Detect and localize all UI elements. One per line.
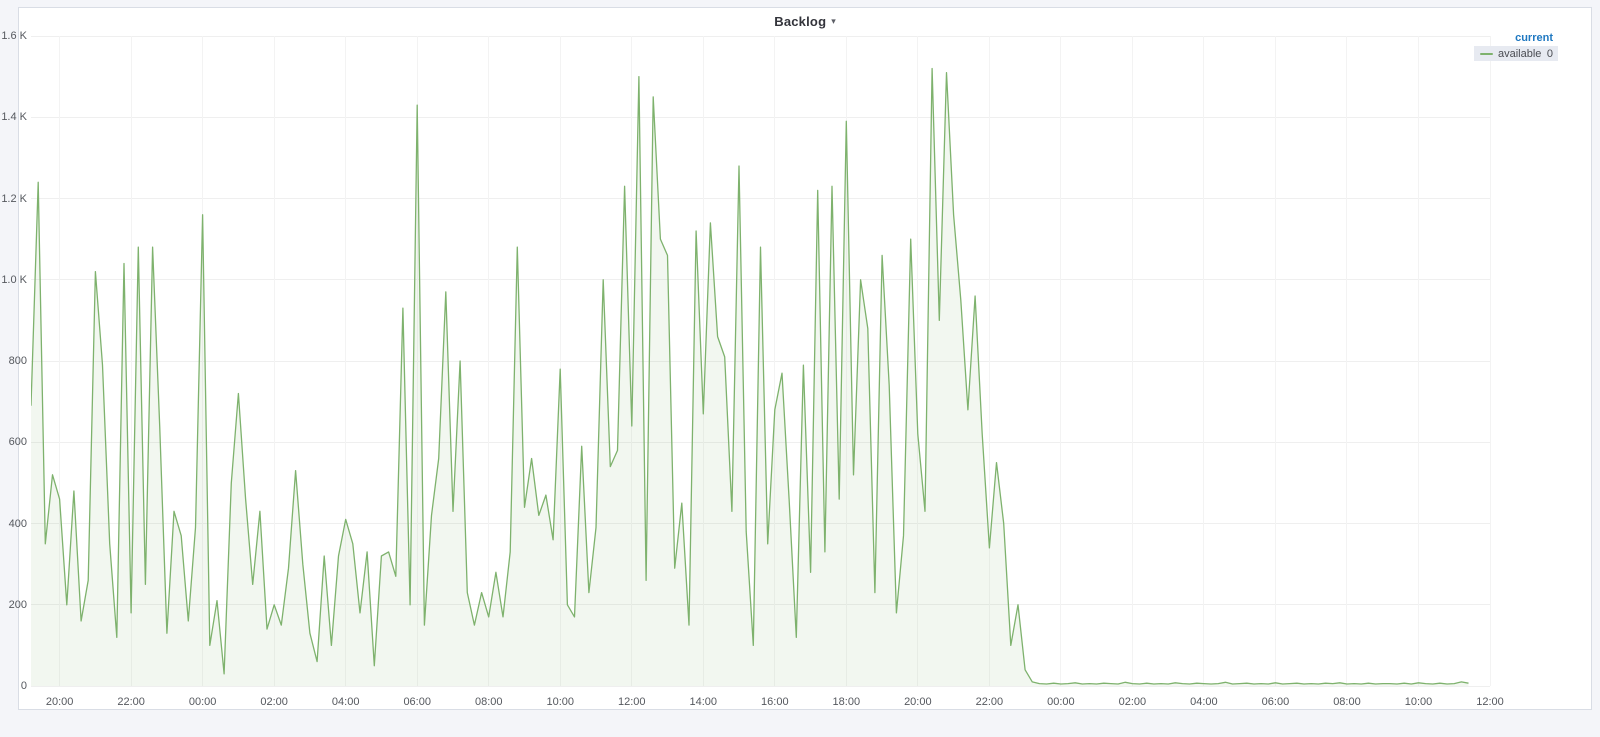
y-axis-label: 1.2 K xyxy=(1,192,27,205)
legend-series-current-value: 0 xyxy=(1546,47,1553,60)
x-axis-label: 10:00 xyxy=(546,696,574,708)
series-svg xyxy=(31,67,1469,686)
legend-row: available 0 xyxy=(1474,46,1558,61)
legend: current available 0 xyxy=(1474,30,1558,61)
x-axis-label: 08:00 xyxy=(474,696,503,708)
y-axis-label: 0 xyxy=(20,680,27,692)
x-axis-label: 00:00 xyxy=(188,696,217,708)
time-series-plot[interactable]: 0 200 400 600 800 1.0 K 1.2 K 1.4 K 1.6 K 20:00 22… xyxy=(1,31,1503,708)
x-axis-label: 22:00 xyxy=(975,696,1004,708)
x-axis-label: 02:00 xyxy=(1118,696,1147,708)
x-axis-label: 08:00 xyxy=(1333,696,1361,708)
y-axis-label: 1.6 K xyxy=(1,30,27,42)
y-axis-label: 200 xyxy=(8,598,27,611)
x-axis-label: 18:00 xyxy=(832,696,861,708)
legend-header-current[interactable]: current xyxy=(1474,30,1558,46)
chevron-down-icon: ▾ xyxy=(831,15,836,26)
x-axis-label: 20:00 xyxy=(45,696,74,708)
legend-series-label[interactable]: available xyxy=(1498,48,1547,60)
x-axis-label: 04:00 xyxy=(331,696,360,708)
x-axis-label: 02:00 xyxy=(260,696,288,708)
x-axis-label: 20:00 xyxy=(904,696,932,708)
y-axis-label: 400 xyxy=(8,517,27,530)
legend-series-swatch-icon xyxy=(1480,52,1493,55)
x-axis-label: 06:00 xyxy=(403,696,431,708)
x-axis-label: 04:00 xyxy=(1190,696,1218,708)
x-axis-label: 16:00 xyxy=(761,696,789,708)
y-axis-label: 600 xyxy=(8,436,27,449)
y-axis-label: 1.4 K xyxy=(1,111,27,124)
x-axis-label: 14:00 xyxy=(689,696,718,708)
x-axis-label: 22:00 xyxy=(117,696,145,708)
panel-header[interactable]: Backlog ▾ xyxy=(19,8,1591,34)
y-axis-label: 1.0 K xyxy=(1,273,27,286)
backlog-panel: Backlog ▾ 0 200 400 600 800 1.0 K 1.2 K 1.4 K 1.… xyxy=(1,7,1592,710)
x-axis-label: 00:00 xyxy=(1047,696,1075,708)
panel-title[interactable]: Backlog xyxy=(774,14,826,29)
y-axis-label: 800 xyxy=(8,355,27,367)
x-axis-label: 10:00 xyxy=(1404,696,1433,708)
x-axis-label: 12:00 xyxy=(1476,696,1504,708)
x-axis-label: 06:00 xyxy=(1261,696,1290,708)
x-axis-label: 12:00 xyxy=(617,696,646,708)
